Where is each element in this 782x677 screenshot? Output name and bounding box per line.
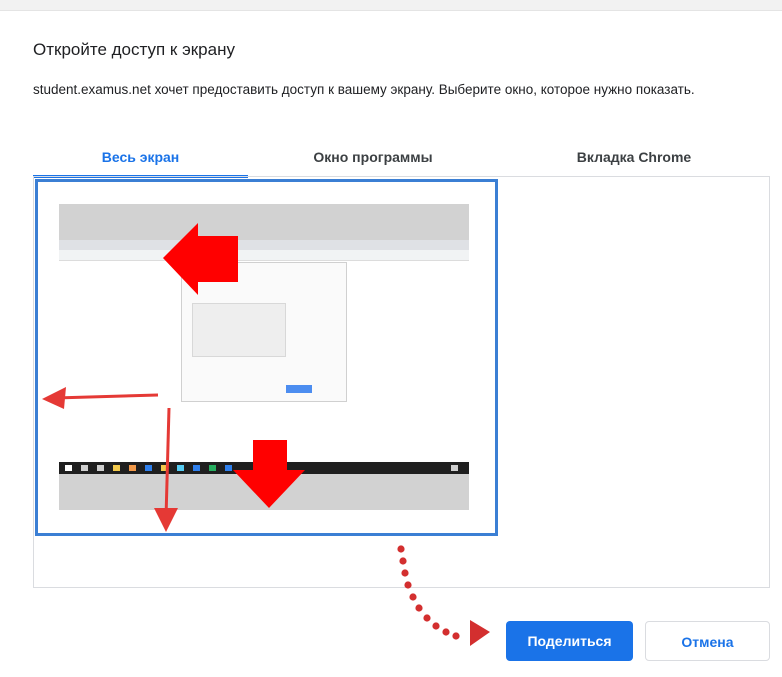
- preview-browser-window: [59, 240, 469, 466]
- dialog-description: student.examus.net хочет предоставить до…: [33, 82, 695, 97]
- preview-share-dialog: [181, 262, 347, 402]
- preview-thumbnail: [192, 303, 286, 357]
- window-top-edge: [0, 0, 782, 11]
- cancel-button[interactable]: Отмена: [645, 621, 770, 661]
- dialog-title: Откройте доступ к экрану: [33, 40, 235, 59]
- preview-taskbar-icon: [129, 465, 136, 471]
- preview-taskbar-icon: [113, 465, 120, 471]
- preview-address-bar: [59, 250, 469, 261]
- preview-taskbar-icon: [193, 465, 200, 471]
- preview-taskbar-icon: [209, 465, 216, 471]
- tab-entire-screen[interactable]: Весь экран: [33, 143, 248, 175]
- tab-chrome-tab[interactable]: Вкладка Chrome: [498, 143, 770, 175]
- preview-taskbar-icon: [177, 465, 184, 471]
- preview-taskbar: [59, 462, 469, 474]
- preview-taskbar-icon: [81, 465, 88, 471]
- tab-application-window[interactable]: Окно программы: [248, 143, 498, 175]
- preview-tray-icon: [451, 465, 458, 471]
- preview-taskbar-icon: [97, 465, 104, 471]
- share-button[interactable]: Поделиться: [506, 621, 633, 661]
- preview-share-button: [286, 385, 312, 393]
- preview-taskbar-icon: [145, 465, 152, 471]
- preview-taskbar-icon: [161, 465, 168, 471]
- preview-start-icon: [65, 465, 72, 471]
- preview-tab-bar: [59, 240, 469, 250]
- source-tabs: Весь экран Окно программы Вкладка Chrome: [33, 143, 770, 178]
- screen-preview[interactable]: [59, 204, 469, 510]
- preview-taskbar-icon: [225, 465, 232, 471]
